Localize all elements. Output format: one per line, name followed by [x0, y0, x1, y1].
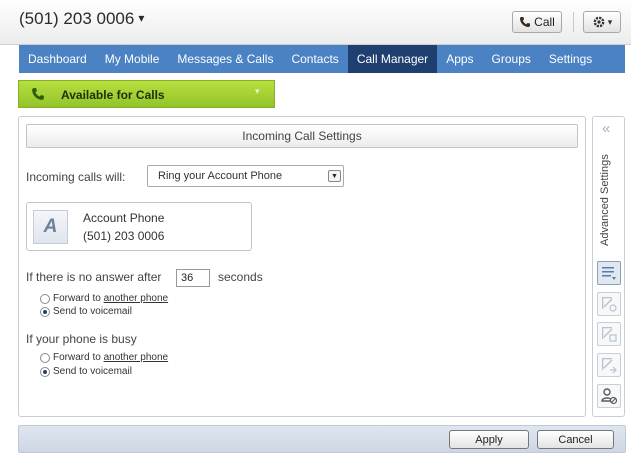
radio-button-selected[interactable] — [40, 366, 50, 377]
incoming-calls-label: Incoming calls will: — [26, 170, 126, 184]
account-phone-number: (501) 203 0006 — [83, 229, 165, 243]
chevron-down-icon: ▾ — [255, 86, 260, 96]
advanced-settings-title: Advanced Settings — [599, 154, 611, 246]
busy-voicemail-option[interactable]: Send to voicemail — [40, 366, 132, 377]
section-title: Incoming Call Settings — [26, 124, 578, 148]
nav-my-mobile[interactable]: My Mobile — [96, 45, 169, 73]
chevron-down-icon: ▼ — [328, 170, 341, 182]
call-button[interactable]: Call — [512, 11, 562, 33]
nav-settings[interactable]: Settings — [540, 45, 601, 73]
account-phone-name: Account Phone — [83, 211, 165, 225]
availability-label: Available for Calls — [61, 88, 165, 102]
nav-contacts[interactable]: Contacts — [282, 45, 347, 73]
account-phone-card: A Account Phone (501) 203 0006 — [26, 202, 252, 251]
phone-icon — [32, 88, 44, 100]
incoming-call-settings-panel: Incoming Call Settings Incoming calls wi… — [18, 116, 586, 417]
divider — [573, 12, 574, 32]
chevron-down-icon: ▾ — [138, 11, 145, 25]
phone-number: (501) 203 0006 — [19, 9, 135, 28]
radio-button[interactable] — [40, 352, 50, 363]
nav-call-manager[interactable]: Call Manager — [347, 45, 438, 73]
caller-blocked-icon[interactable] — [597, 384, 621, 408]
radio-button-selected[interactable] — [40, 306, 50, 317]
advanced-settings-sidebar: « Advanced Settings — [592, 116, 625, 417]
seconds-label: seconds — [218, 270, 263, 284]
nav-apps[interactable]: Apps — [437, 45, 482, 73]
collapse-icon[interactable]: « — [602, 120, 610, 137]
busy-forward-option[interactable]: Forward to another phone — [40, 352, 168, 363]
edit-blocked-icon[interactable] — [597, 292, 621, 316]
nav-messages-calls[interactable]: Messages & Calls — [168, 45, 282, 73]
main-nav: Dashboard My Mobile Messages & Calls Con… — [19, 45, 625, 73]
radio-button[interactable] — [40, 293, 50, 304]
nav-groups[interactable]: Groups — [483, 45, 540, 73]
no-answer-voicemail-option[interactable]: Send to voicemail — [40, 306, 132, 317]
cancel-button[interactable]: Cancel — [537, 430, 614, 449]
top-bar: (501) 203 0006 ▾ Call ▾ — [0, 0, 631, 45]
incoming-calls-select[interactable]: Ring your Account Phone ▼ — [147, 165, 344, 187]
avatar: A — [33, 210, 68, 244]
list-settings-icon[interactable] — [597, 261, 621, 285]
option-label: Send to voicemail — [53, 306, 132, 317]
phone-number-selector[interactable]: (501) 203 0006 ▾ — [19, 9, 144, 29]
another-phone-link[interactable]: another phone — [104, 352, 169, 363]
no-answer-label: If there is no answer after — [26, 270, 162, 284]
call-button-label: Call — [534, 15, 555, 29]
phone-icon — [520, 17, 531, 27]
no-answer-forward-option[interactable]: Forward to another phone — [40, 293, 168, 304]
incoming-calls-select-value: Ring your Account Phone — [158, 170, 283, 182]
another-phone-link[interactable]: another phone — [104, 293, 169, 304]
option-label: Send to voicemail — [53, 366, 132, 377]
availability-selector[interactable]: Available for Calls ▾ — [18, 80, 275, 108]
edit-forward-icon[interactable] — [597, 353, 621, 377]
action-bar: Apply Cancel — [18, 425, 626, 453]
option-label: Forward to another phone — [53, 352, 169, 363]
edit-schedule-icon[interactable] — [597, 322, 621, 346]
apply-button[interactable]: Apply — [449, 430, 529, 449]
option-label: Forward to another phone — [53, 293, 169, 304]
chevron-down-icon: ▾ — [607, 16, 613, 27]
no-answer-seconds-input[interactable] — [176, 269, 210, 287]
settings-menu-button[interactable]: ▾ — [583, 11, 621, 33]
nav-dashboard[interactable]: Dashboard — [19, 45, 96, 73]
busy-label: If your phone is busy — [26, 332, 137, 346]
gear-icon — [593, 16, 605, 28]
